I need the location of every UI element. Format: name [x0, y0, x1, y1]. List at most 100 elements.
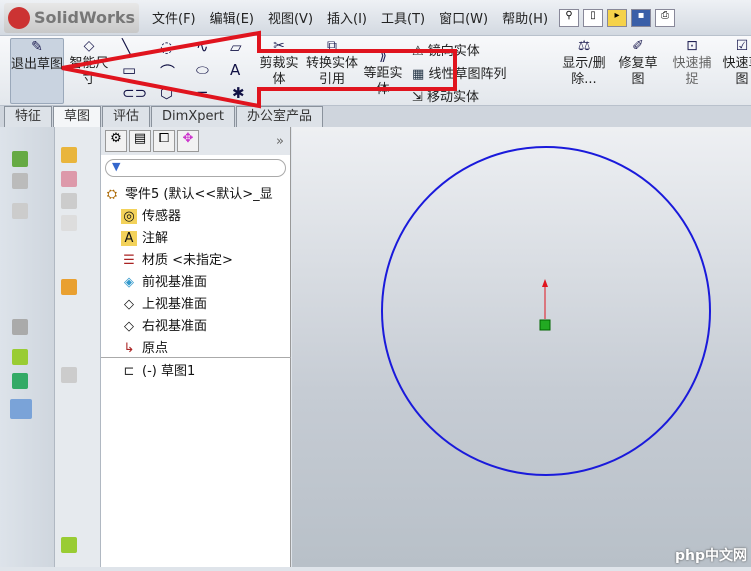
relation-feature-icon[interactable] — [61, 537, 77, 553]
tree-item-sketch1[interactable]: ⊏ (-) 草图1 — [121, 360, 196, 379]
pin-icon[interactable]: ⚲ — [559, 8, 580, 27]
ellipse-icon[interactable]: ⬭ — [196, 61, 209, 79]
new-file-icon[interactable]: ▯ — [583, 8, 604, 27]
feature-manager-tree: ⚙ ▤ ⧠ ✥ » ▼ ⛭ 零件5 (默认<<默认>_显 ◎ 传感器 A 注解 ☰ 材质… — [101, 127, 291, 567]
offset-entities-button[interactable]: ⟫ 等距实体 — [360, 48, 406, 98]
spline-icon[interactable]: ∿ — [196, 38, 209, 56]
pattern-icon[interactable] — [12, 319, 28, 335]
filter-input[interactable]: ▼ — [105, 159, 286, 177]
mirror-label: 镜向实体 — [427, 44, 480, 59]
quick-sketch-button[interactable]: ☑ 快速草图 — [722, 38, 751, 88]
display-delete-label: 显示/删除... — [562, 56, 606, 87]
tree-item-front-plane[interactable]: ◈ 前视基准面 — [121, 271, 207, 290]
repair-label: 修复草图 — [618, 56, 658, 87]
sensor-icon: ◎ — [121, 209, 137, 224]
menu-edit[interactable]: 编辑(E) — [203, 8, 261, 27]
save-icon[interactable]: ▪ — [631, 8, 652, 27]
tree-item-origin[interactable]: ↳ 原点 — [121, 337, 168, 356]
dimxpert-manager-tab-icon[interactable]: ✥ — [177, 130, 199, 152]
convert-icon: ⧉ — [327, 38, 337, 54]
tree-root-part[interactable]: ⛭ 零件5 (默认<<默认>_显 — [104, 183, 273, 202]
annotation-icon: A — [121, 231, 137, 246]
origin-point — [539, 319, 551, 331]
node-label: 原点 — [142, 341, 169, 356]
quick-snap-button[interactable]: ⊡ 快速捕捉 — [668, 38, 716, 88]
view-toolbar — [0, 127, 55, 567]
sketch-circle[interactable] — [381, 146, 711, 476]
tree-item-top-plane[interactable]: ◇ 上视基准面 — [121, 293, 207, 312]
sweep-icon[interactable] — [61, 193, 77, 209]
menu-insert[interactable]: 插入(I) — [320, 8, 374, 27]
linear-pattern-button[interactable]: ▦ 线性草图阵列 — [412, 63, 506, 82]
filter-icon: ▼ — [112, 160, 121, 173]
extrude-icon[interactable] — [61, 147, 77, 163]
node-label: 上视基准面 — [142, 297, 208, 312]
quick-snap-icon: ⊡ — [686, 38, 698, 54]
tree-item-sensors[interactable]: ◎ 传感器 — [121, 205, 181, 224]
sketch-tool-icon[interactable] — [10, 399, 32, 419]
point-icon[interactable]: ✱ — [232, 84, 245, 102]
section-icon[interactable] — [12, 203, 28, 219]
curve-icon[interactable] — [12, 373, 28, 389]
divider — [101, 357, 291, 358]
trim-icon: ✂ — [273, 38, 285, 54]
repair-sketch-button[interactable]: ✐ 修复草图 — [614, 38, 662, 88]
display-icon[interactable] — [12, 173, 28, 189]
arc-icon[interactable]: ⌒ — [160, 61, 175, 82]
tab-evaluate[interactable]: 评估 — [102, 106, 151, 127]
smart-dimension-button[interactable]: ◇ 智能尺寸 — [66, 38, 112, 88]
move-entities-button[interactable]: ⇲ 移动实体 — [412, 86, 479, 105]
convert-entities-button[interactable]: ⧉ 转换实体引用 — [306, 38, 358, 88]
property-manager-tab-icon[interactable]: ▤ — [129, 130, 151, 152]
node-label: 前视基准面 — [142, 275, 208, 290]
convert-label: 转换实体引用 — [306, 56, 359, 87]
relation-icon[interactable] — [12, 349, 28, 365]
menu-view[interactable]: 视图(V) — [261, 8, 320, 27]
trim-button[interactable]: ✂ 剪裁实体 — [254, 38, 304, 88]
node-label: 传感器 — [142, 209, 182, 224]
node-label: 材质 <未指定> — [142, 253, 233, 268]
rectangle-icon[interactable]: ▭ — [122, 61, 136, 79]
tab-office-products[interactable]: 办公室产品 — [235, 106, 323, 127]
configuration-manager-tab-icon[interactable]: ⧠ — [153, 130, 175, 152]
command-tabs: 特征 草图 评估 DimXpert 办公室产品 — [0, 106, 751, 127]
offset-icon: ⟫ — [379, 48, 387, 64]
circle-icon[interactable]: ◌ — [160, 38, 173, 56]
loft-icon[interactable] — [61, 215, 77, 231]
quick-snap-label: 快速捕捉 — [672, 56, 712, 87]
slot-icon[interactable]: ⊂⊃ — [122, 84, 147, 102]
revolve-icon[interactable] — [61, 171, 77, 187]
solidworks-logo-icon — [8, 6, 30, 29]
menu-file[interactable]: 文件(F) — [145, 8, 203, 27]
graphics-area[interactable] — [292, 127, 751, 567]
text-icon[interactable]: A — [230, 61, 240, 79]
exit-sketch-button[interactable]: ✎ 退出草图 — [10, 38, 64, 104]
menu-window[interactable]: 窗口(W) — [432, 8, 495, 27]
tab-sketch[interactable]: 草图 — [53, 106, 102, 127]
menu-bar: SolidWorks 文件(F) 编辑(E) 视图(V) 插入(I) 工具(T)… — [0, 0, 751, 36]
mirror-button[interactable]: ⚠ 镜向实体 — [412, 40, 480, 59]
tree-item-right-plane[interactable]: ◇ 右视基准面 — [121, 315, 207, 334]
display-delete-button[interactable]: ⚖ 显示/删除... — [560, 38, 608, 88]
view-icon[interactable] — [12, 151, 28, 167]
fillet-feature-icon[interactable] — [61, 367, 77, 383]
fillet-icon[interactable]: ⌐ — [196, 84, 209, 102]
tree-item-material[interactable]: ☰ 材质 <未指定> — [121, 249, 233, 268]
plane-icon: ◇ — [124, 319, 134, 334]
polygon-icon[interactable]: ⬡ — [160, 84, 173, 102]
plane-feature-icon[interactable] — [61, 279, 77, 295]
node-label: (-) 草图1 — [142, 364, 196, 379]
line-icon[interactable]: ╲ — [122, 38, 131, 56]
menu-tools[interactable]: 工具(T) — [374, 8, 432, 27]
tree-item-annotations[interactable]: A 注解 — [121, 227, 168, 246]
tab-features[interactable]: 特征 — [4, 106, 53, 127]
menu-help[interactable]: 帮助(H) — [495, 8, 555, 27]
watermark: php中文网 — [674, 548, 747, 564]
tab-dimxpert[interactable]: DimXpert — [151, 106, 235, 127]
plane-icon[interactable]: ▱ — [230, 38, 242, 56]
exit-sketch-icon: ✎ — [31, 39, 43, 55]
print-icon[interactable]: ⎙ — [655, 8, 676, 27]
feature-manager-tab-icon[interactable]: ⚙ — [105, 130, 127, 152]
open-folder-icon[interactable]: ▸ — [607, 8, 628, 27]
expand-icon[interactable]: » — [276, 134, 284, 149]
